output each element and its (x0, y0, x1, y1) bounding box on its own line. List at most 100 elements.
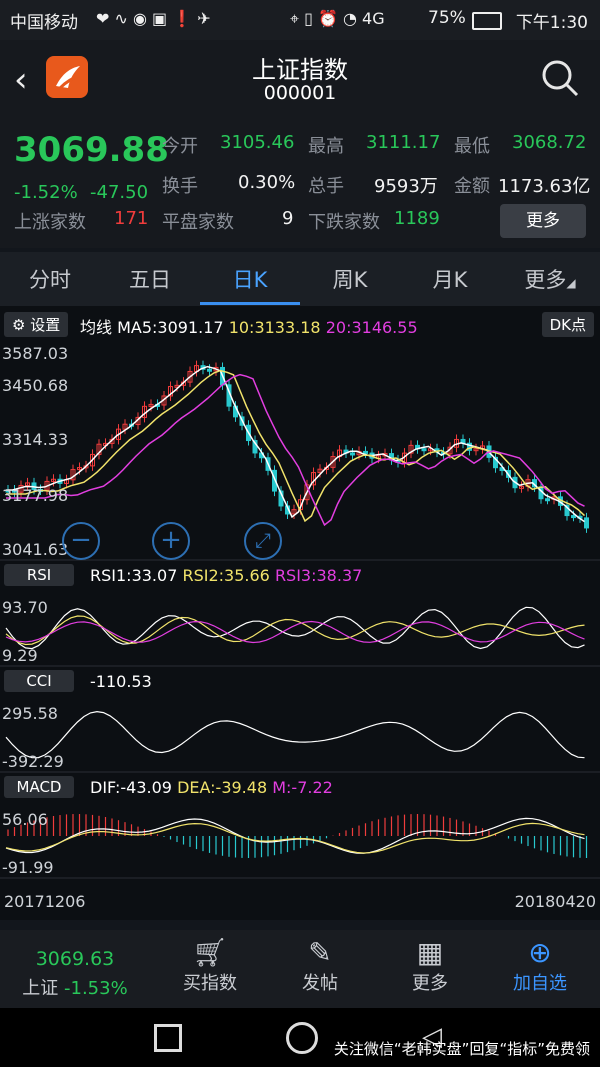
rsi2-value: RSI2:35.66 (182, 566, 270, 585)
macd-button[interactable]: MACD (4, 776, 74, 798)
add-watchlist-button[interactable]: ⊕ 加自选 (480, 930, 600, 995)
price-tick-1: 3587.03 (2, 344, 69, 363)
price-tick-4: 3177.98 (2, 486, 69, 505)
turnover-label: 换手 (162, 176, 198, 197)
settings-button[interactable]: ⚙ 设置 (4, 312, 69, 337)
search-icon[interactable] (540, 58, 580, 98)
zoom-in-button[interactable]: + (152, 522, 190, 560)
macd-tick-high: 56.06 (2, 810, 48, 829)
more-quote-button[interactable]: 更多 (500, 204, 586, 238)
macd-dea-value: DEA:-39.48 (177, 778, 268, 797)
mini-change: -1.53% (64, 978, 128, 999)
cart-icon: 🛒︎ (192, 936, 228, 969)
dk-point-button[interactable]: DK点 (541, 312, 594, 337)
active-tab-indicator (200, 302, 300, 305)
low-value: 3068.72 (512, 132, 587, 153)
chart-canvas (0, 360, 600, 879)
rsi1-line (5, 606, 585, 650)
candle-body (363, 450, 368, 454)
post-button[interactable]: ✎ 发帖 (260, 930, 380, 995)
current-price: 3069.88 (14, 130, 169, 170)
grid-icon: ▦ (416, 936, 444, 969)
volume-label: 总手 (308, 176, 344, 197)
price-tick-3: 3314.33 (2, 430, 69, 449)
mini-price: 3069.63 (35, 948, 115, 970)
candle-body (571, 515, 576, 519)
home-icon[interactable] (286, 1022, 318, 1054)
open-value: 3105.46 (220, 132, 295, 153)
k-line-chart-area[interactable]: ⚙ 设置 均线 MA5:3091.17 10:3133.18 20:3146.5… (0, 306, 600, 920)
ma10-line (6, 369, 586, 523)
rise-label: 上涨家数 (14, 212, 86, 233)
battery-icon (472, 12, 502, 30)
candle-body (350, 452, 355, 456)
fall-value: 1189 (394, 208, 440, 229)
open-label: 今开 (162, 136, 198, 157)
status-time: 下午1:30 (515, 13, 588, 33)
period-tabs: 分时 五日 日K 周K 月K 更多◢ (0, 252, 600, 306)
rsi-tick-low: 9.29 (2, 646, 38, 665)
tab-monthly-k[interactable]: 月K (400, 264, 500, 294)
more-button[interactable]: ▦ 更多 (370, 930, 490, 995)
macd-m-value: M:-7.22 (272, 778, 333, 797)
flat-label: 平盘家数 (162, 212, 234, 233)
tab-five-day[interactable]: 五日 (100, 264, 200, 294)
candle-body (584, 517, 589, 529)
fall-label: 下跌家数 (308, 212, 380, 233)
cci-tick-low: -392.29 (2, 752, 64, 771)
ma-label: 均线 (80, 318, 113, 337)
add-watchlist-label: 加自选 (513, 973, 567, 994)
ma-legend: 均线 MA5:3091.17 10:3133.18 20:3146.55 (80, 314, 418, 338)
fullscreen-icon[interactable]: ⤢ (244, 522, 282, 560)
tab-more-label: 更多 (524, 268, 567, 292)
mini-index-name: 上证 (22, 978, 59, 999)
ma5-value: MA5:3091.17 (117, 318, 224, 337)
page-title: 上证指数 (252, 56, 348, 84)
index-code: 000001 (263, 82, 337, 104)
tab-more[interactable]: 更多◢ (500, 264, 600, 294)
turnover-value: 0.30% (238, 172, 296, 193)
gear-icon: ⚙ (12, 316, 26, 334)
amount-value: 1173.63亿 (498, 176, 591, 197)
more-label: 更多 (412, 973, 448, 994)
macd-tick-low: -91.99 (2, 858, 54, 877)
change-amount: -47.50 (90, 182, 149, 203)
date-end: 20180420 (514, 892, 596, 911)
tab-daily-k[interactable]: 日K (200, 264, 300, 294)
rsi3-value: RSI3:38.37 (274, 566, 363, 585)
candle-body (545, 498, 550, 502)
ma20-value: 20:3146.55 (325, 318, 418, 337)
buy-index-button[interactable]: 🛒︎ 买指数 (150, 930, 270, 995)
status-bar: 中国移动 ❤ ∿ ◉ ▣ ❗ ✈ ⌖ ▯ ⏰ ◔ 4G 75% 下午1:30 (0, 0, 600, 40)
tab-weekly-k[interactable]: 周K (300, 264, 400, 294)
macd-legend: DIF:-43.09 DEA:-39.48 M:-7.22 (90, 778, 333, 797)
high-value: 3111.17 (366, 132, 441, 153)
quote-panel: 3069.88 -1.52% -47.50 今开 3105.46 最高 3111… (0, 120, 600, 248)
candle-body (421, 448, 427, 452)
cci-button[interactable]: CCI (4, 670, 74, 692)
rise-value: 171 (114, 208, 149, 229)
rsi-legend: RSI1:33.07 RSI2:35.66 RSI3:38.37 (90, 566, 362, 585)
ma10-value: 10:3133.18 (228, 318, 321, 337)
watermark-text: 关注微信“老韩实盘”回复“指标”免费领 (333, 1040, 590, 1058)
status-system-icons: ⌖ ▯ ⏰ ◔ 4G (290, 9, 385, 28)
rsi-button[interactable]: RSI (4, 564, 74, 586)
network-type: 4G (362, 9, 385, 28)
settings-label: 设置 (30, 316, 61, 334)
buy-index-label: 买指数 (183, 973, 237, 994)
volume-value: 9593万 (374, 176, 438, 197)
index-mini-quote[interactable]: 3069.63 上证 -1.53% (0, 930, 150, 1000)
tab-intraday[interactable]: 分时 (0, 264, 100, 294)
cci-line (5, 710, 585, 759)
zoom-out-button[interactable]: − (62, 522, 100, 560)
date-start: 20171206 (4, 892, 86, 911)
rsi1-value: RSI1:33.07 (90, 566, 178, 585)
edit-icon: ✎ (308, 936, 332, 969)
flat-value: 9 (282, 208, 294, 229)
status-notification-icons: ❤ ∿ ◉ ▣ ❗ ✈ (96, 9, 211, 28)
recent-apps-icon[interactable] (154, 1024, 182, 1052)
carrier-name: 中国移动 (10, 13, 78, 33)
high-label: 最高 (308, 136, 344, 157)
cci-value: -110.53 (90, 672, 152, 691)
change-percent: -1.52% (14, 182, 78, 203)
